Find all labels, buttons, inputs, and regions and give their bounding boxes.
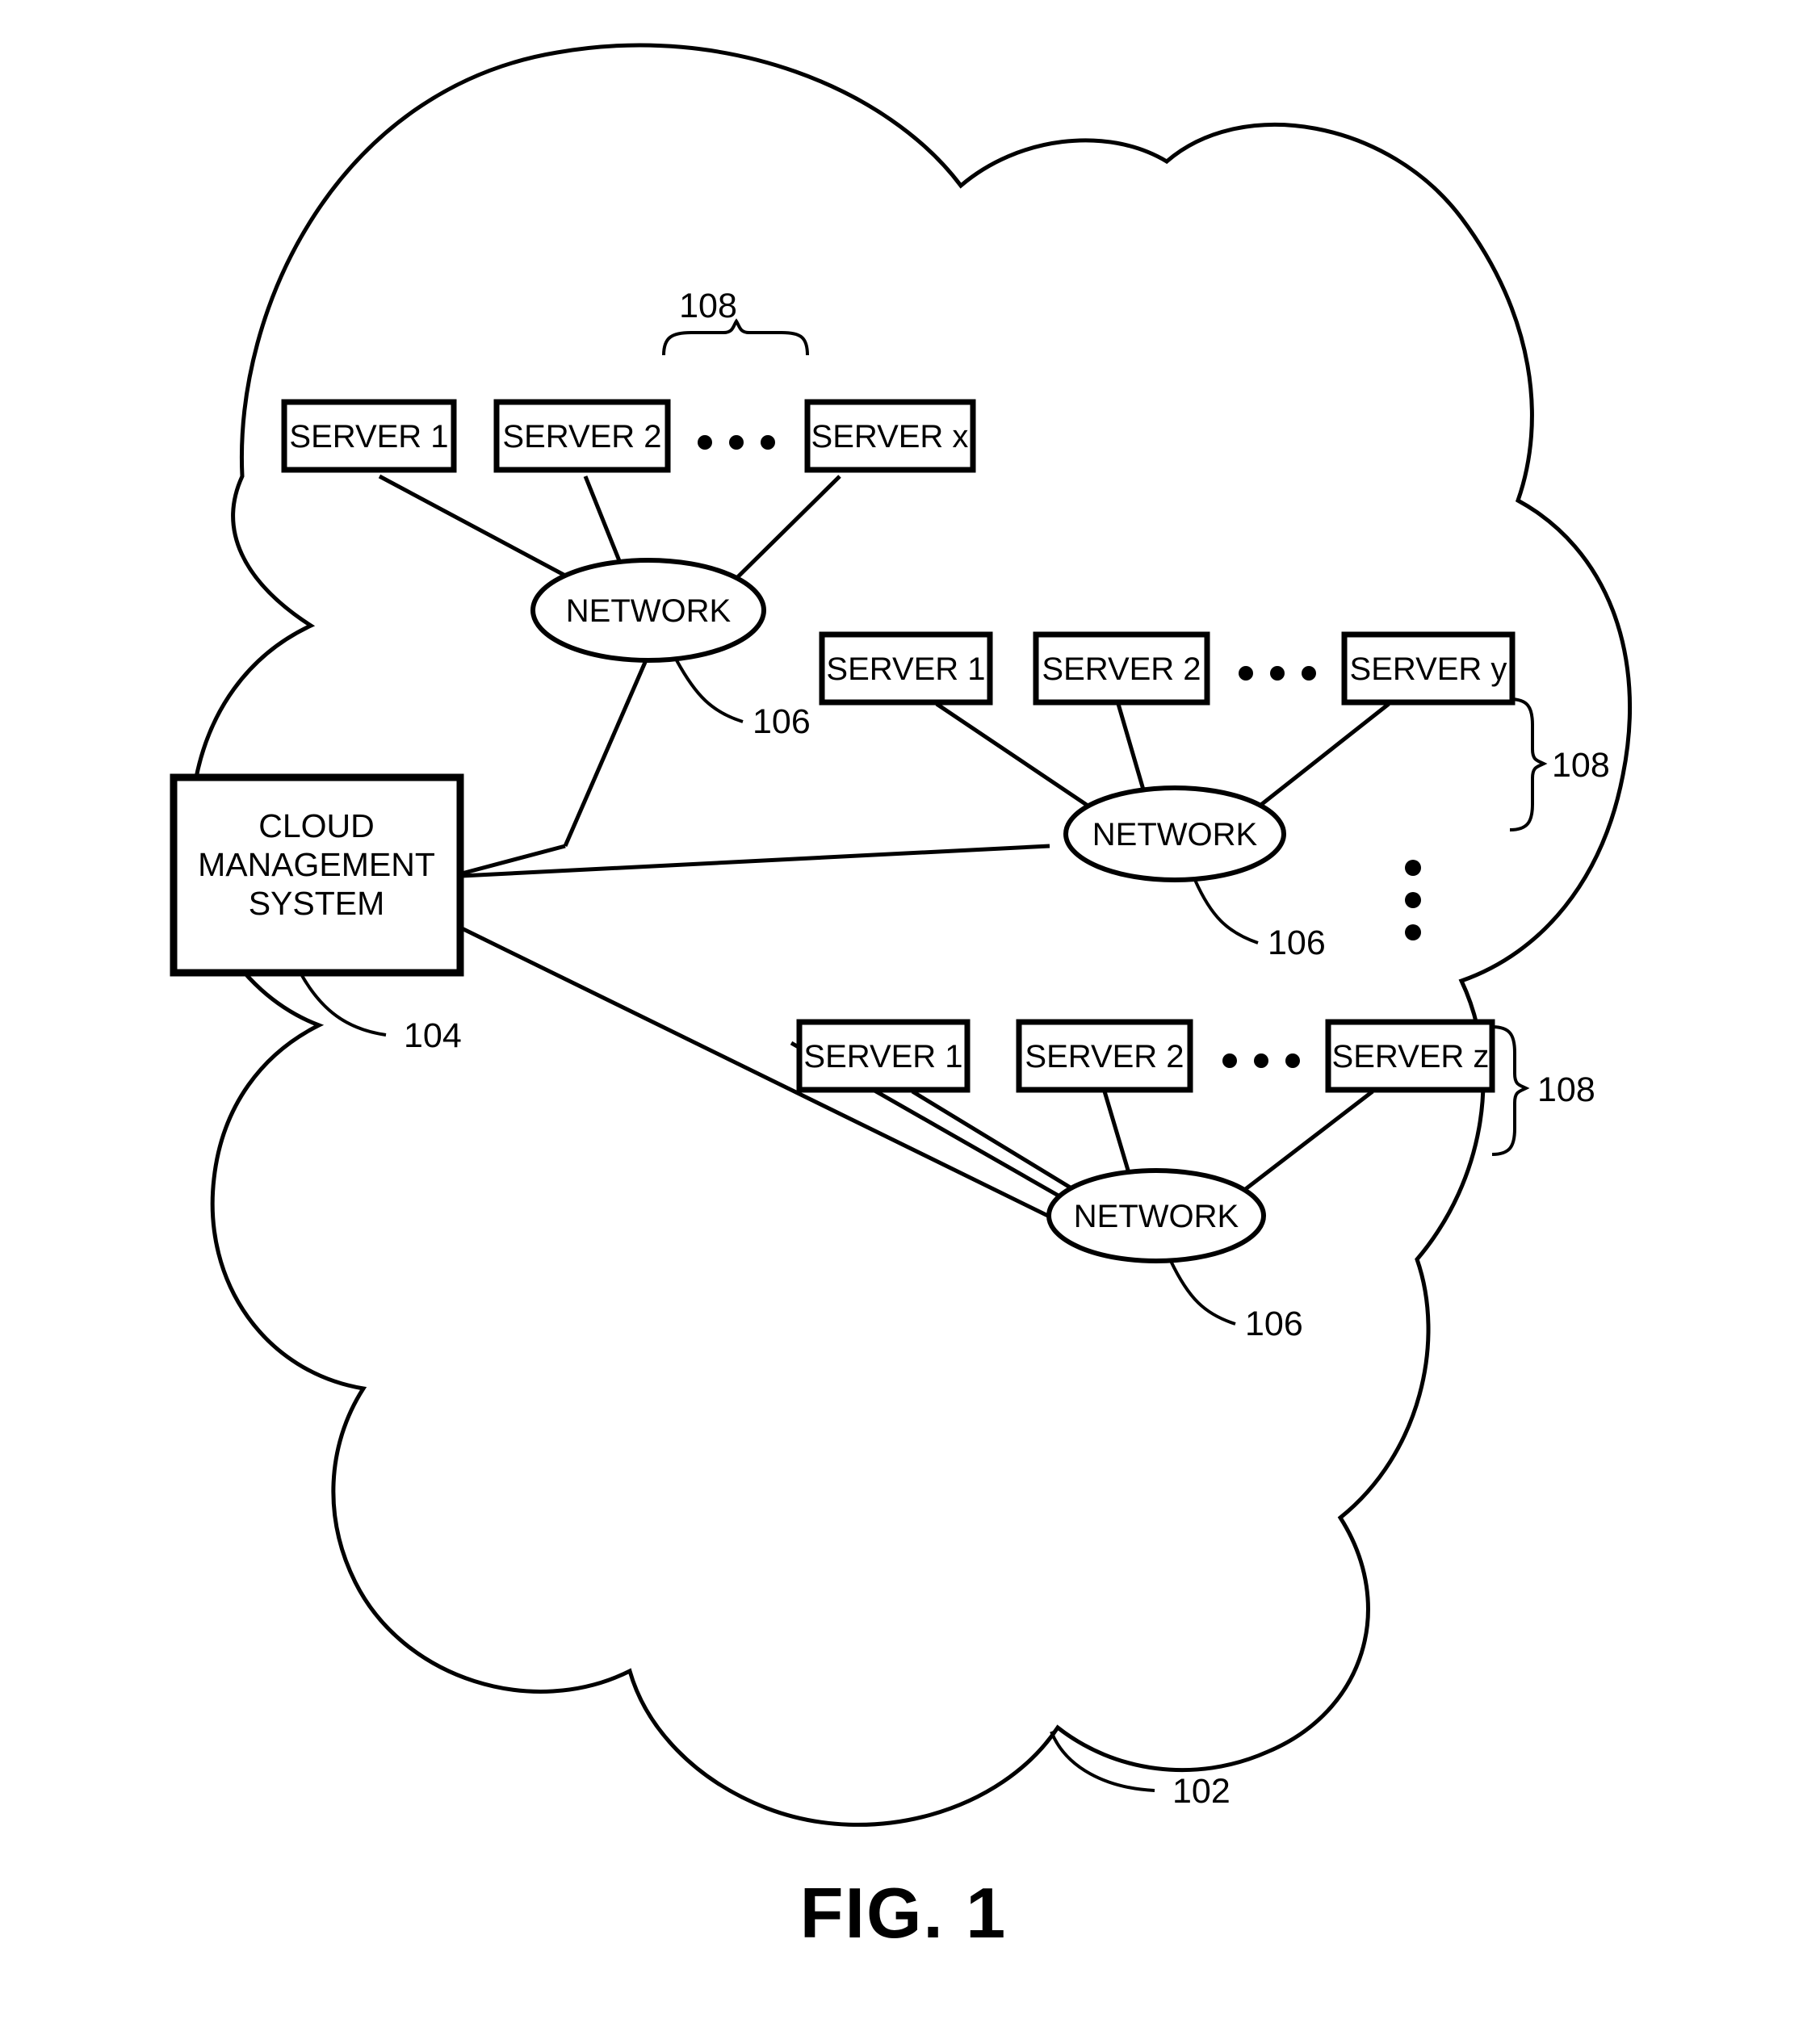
group-1-brace: 108 xyxy=(662,287,809,356)
group-3-brace: 108 xyxy=(1491,1025,1595,1156)
server-box[interactable]: SERVER 1 xyxy=(819,631,993,706)
cms-to-network-1-connector xyxy=(461,844,566,876)
network-node[interactable]: NETWORK xyxy=(1063,785,1286,882)
figure-page: 102 108 SERVER 1 SERVER 2 SERVER x NETWO… xyxy=(0,0,1807,2044)
group-vertical-ellipsis xyxy=(1405,860,1421,940)
cloud-management-system[interactable]: CLOUD MANAGEMENT SYSTEM xyxy=(170,773,464,977)
group-3-ref-number: 108 xyxy=(1537,1070,1595,1109)
network-node[interactable]: NETWORK xyxy=(530,558,766,663)
server-label: SERVER 2 xyxy=(502,419,661,454)
cms-line-3: SYSTEM xyxy=(249,885,385,922)
server-box[interactable]: SERVER y xyxy=(1341,631,1516,706)
server-label: SERVER 1 xyxy=(289,419,448,454)
network-label: NETWORK xyxy=(1074,1199,1239,1234)
cms-line-2: MANAGEMENT xyxy=(198,846,435,883)
server-label: SERVER 2 xyxy=(1025,1039,1184,1074)
cms-ref-number: 104 xyxy=(404,1016,462,1055)
server-label: SERVER z xyxy=(1332,1039,1490,1074)
server-row-ellipsis xyxy=(1222,1053,1300,1068)
network-ref-number: 106 xyxy=(1245,1305,1303,1343)
network-node[interactable]: NETWORK xyxy=(1046,1168,1266,1263)
server-label: SERVER 1 xyxy=(803,1039,962,1074)
server-row-ellipsis xyxy=(1239,666,1316,681)
server-box[interactable]: SERVER z xyxy=(1325,1019,1495,1093)
group-2-brace: 108 xyxy=(1509,697,1610,831)
server-label: SERVER x xyxy=(811,419,969,454)
network-ref-number: 106 xyxy=(753,702,811,741)
network-ref-leader: 106 xyxy=(1169,1260,1303,1343)
cms-line-1: CLOUD xyxy=(258,807,375,844)
cloud-ref-number: 102 xyxy=(1172,1772,1231,1811)
server-label: SERVER 1 xyxy=(826,651,985,687)
network-label: NETWORK xyxy=(566,593,732,629)
network-label: NETWORK xyxy=(1092,817,1258,852)
server-label: SERVER y xyxy=(1350,651,1507,687)
network-ref-leader: 106 xyxy=(1193,879,1326,962)
server-box[interactable]: SERVER 1 xyxy=(796,1019,971,1093)
server-box[interactable]: SERVER x xyxy=(804,399,976,473)
group-1-ref-number: 108 xyxy=(679,287,737,325)
server-row-ellipsis xyxy=(698,435,775,450)
figure-label: FIG. 1 xyxy=(800,1873,1008,1953)
server-box[interactable]: SERVER 2 xyxy=(1016,1019,1193,1093)
network-ref-number: 106 xyxy=(1268,924,1326,962)
server-box[interactable]: SERVER 1 xyxy=(281,399,457,473)
patent-figure-1: 102 108 SERVER 1 SERVER 2 SERVER x NETWO… xyxy=(170,43,1633,1953)
server-label: SERVER 2 xyxy=(1042,651,1201,687)
group-2-ref-number: 108 xyxy=(1552,746,1610,785)
server-box[interactable]: SERVER 2 xyxy=(493,399,671,473)
server-box[interactable]: SERVER 2 xyxy=(1033,631,1210,706)
network-ref-leader: 106 xyxy=(675,660,811,741)
cms-ref-leader: 104 xyxy=(299,972,462,1055)
